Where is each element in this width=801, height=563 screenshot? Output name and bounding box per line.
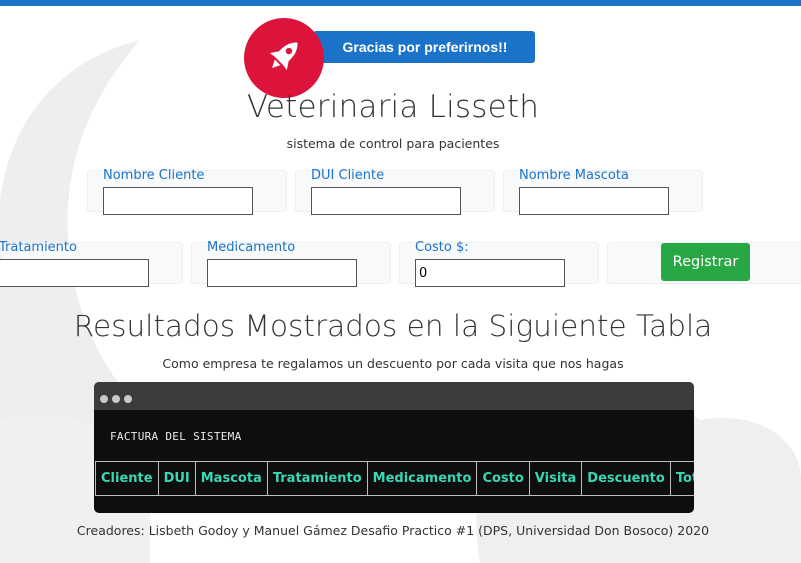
page-title: Veterinaria Lisseth bbox=[246, 89, 540, 125]
column-header-medicamento: Medicamento bbox=[366, 461, 478, 496]
column-header-costo: Costo bbox=[476, 461, 530, 496]
column-header-descuento: Descuento bbox=[581, 461, 671, 496]
page-subtitle: sistema de control para pacientes bbox=[286, 136, 500, 151]
rocket-icon bbox=[261, 33, 307, 83]
medicamento-input[interactable] bbox=[207, 259, 357, 287]
window-dot-icon bbox=[100, 395, 108, 403]
cliente-label: Nombre Cliente bbox=[103, 168, 205, 183]
costo-input[interactable] bbox=[415, 259, 565, 287]
column-header-tratamiento: Tratamiento bbox=[266, 461, 368, 496]
tratamiento-input[interactable] bbox=[0, 259, 149, 287]
mascota-label: Nombre Mascota bbox=[519, 168, 629, 183]
footer-credits: Creadores: Lisbeth Godoy y Manuel Gámez … bbox=[76, 523, 710, 538]
column-header-dui: DUI bbox=[157, 461, 196, 496]
invoice-table: Cliente DUI Mascota Tratamiento Medicame… bbox=[95, 461, 694, 496]
column-header-cliente: Cliente bbox=[95, 461, 159, 496]
dui-label: DUI Cliente bbox=[311, 168, 385, 183]
logo bbox=[244, 18, 324, 98]
column-header-visita: Visita bbox=[528, 461, 583, 496]
medicamento-label: Medicamento bbox=[207, 240, 296, 255]
table-header-row: Cliente DUI Mascota Tratamiento Medicame… bbox=[95, 461, 694, 496]
terminal-titlebar bbox=[94, 382, 694, 410]
window-dot-icon bbox=[124, 395, 132, 403]
costo-label: Costo $: bbox=[415, 240, 469, 255]
invoice-heading: FACTURA DEL SISTEMA bbox=[110, 430, 242, 443]
tratamiento-label: Tratamiento bbox=[0, 240, 77, 255]
cliente-input[interactable] bbox=[103, 187, 253, 215]
dui-input[interactable] bbox=[311, 187, 461, 215]
column-header-mascota: Mascota bbox=[194, 461, 268, 496]
thanks-button[interactable]: Gracias por preferirnos!! bbox=[313, 31, 535, 63]
invoice-terminal: FACTURA DEL SISTEMA Cliente DUI Mascota … bbox=[94, 382, 694, 513]
register-button[interactable]: Registrar bbox=[661, 243, 750, 281]
results-title: Resultados Mostrados en la Siguiente Tab… bbox=[73, 309, 713, 343]
column-header-total: Total bbox=[669, 461, 694, 496]
results-subtitle: Como empresa te regalamos un descuento p… bbox=[162, 356, 624, 371]
window-dot-icon bbox=[112, 395, 120, 403]
mascota-input[interactable] bbox=[519, 187, 669, 215]
